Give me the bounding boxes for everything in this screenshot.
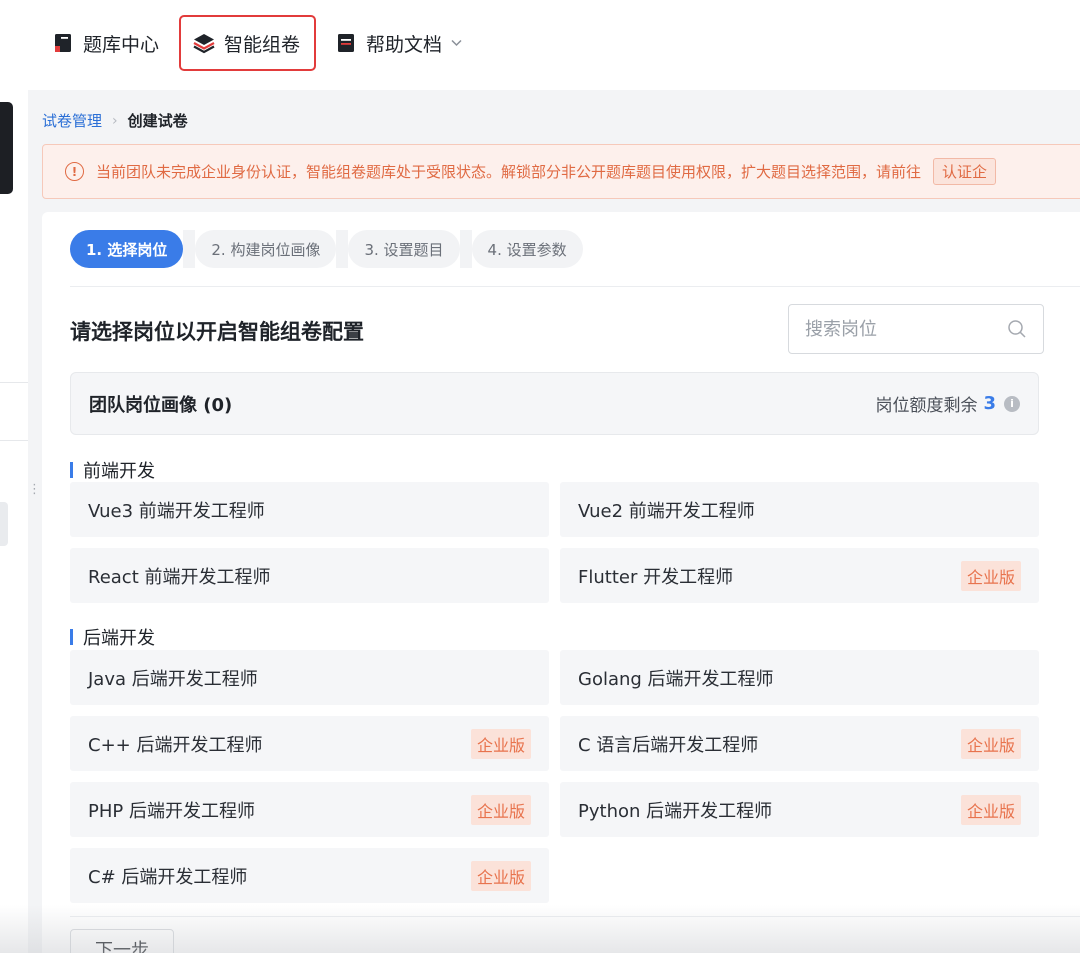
- position-card[interactable]: Vue3 前端开发工程师: [70, 482, 549, 537]
- group-accent-bar: [70, 462, 73, 478]
- enterprise-badge: 企业版: [470, 794, 531, 825]
- next-step-button[interactable]: 下一步: [70, 929, 174, 953]
- chevron-down-icon: [450, 32, 463, 54]
- group-label: 前端开发: [83, 461, 155, 482]
- search-icon[interactable]: [1007, 319, 1027, 339]
- verify-enterprise-button[interactable]: 认证企: [933, 158, 997, 185]
- enterprise-badge: 企业版: [960, 794, 1021, 825]
- position-quota: 岗位额度剩余 3 i: [875, 391, 1020, 416]
- team-position-profile[interactable]: 团队岗位画像 (0) 岗位额度剩余 3 i: [70, 372, 1039, 435]
- verification-alert: ! 当前团队未完成企业身份认证，智能组卷题库处于受限状态。解锁部分非公开题库题目…: [42, 144, 1080, 199]
- position-name: C# 后端开发工程师: [88, 866, 248, 888]
- divider: [70, 286, 1080, 287]
- position-name: Java 后端开发工程师: [88, 668, 258, 690]
- position-card[interactable]: Python 后端开发工程师 企业版: [560, 782, 1039, 837]
- book-icon: [52, 32, 74, 54]
- enterprise-badge: 企业版: [960, 728, 1021, 759]
- footer-divider: [70, 916, 1080, 917]
- position-card[interactable]: C++ 后端开发工程师 企业版: [70, 716, 549, 771]
- main-panel: 1. 选择岗位 2. 构建岗位画像 3. 设置题目 4. 设置参数 请选择岗位以…: [42, 212, 1080, 953]
- warning-icon: !: [65, 162, 84, 181]
- page-title: 请选择岗位以开启智能组卷配置: [70, 320, 364, 344]
- sidebar-divider: [0, 440, 28, 441]
- enterprise-badge: 企业版: [470, 860, 531, 891]
- enterprise-badge: 企业版: [470, 728, 531, 759]
- nav-label: 题库中心: [83, 33, 160, 56]
- nav-item-question-bank[interactable]: 题库中心: [52, 26, 159, 60]
- team-profile-title: 团队岗位画像 (0): [89, 394, 233, 416]
- sidebar: [0, 90, 28, 953]
- position-name: Flutter 开发工程师: [578, 566, 734, 588]
- position-name: C 语言后端开发工程师: [578, 734, 759, 756]
- position-name: Python 后端开发工程师: [578, 800, 773, 822]
- position-card[interactable]: C# 后端开发工程师 企业版: [70, 848, 549, 903]
- step-connector: [459, 230, 472, 268]
- step-connector: [336, 230, 349, 268]
- position-card[interactable]: Vue2 前端开发工程师: [560, 482, 1039, 537]
- position-name: Golang 后端开发工程师: [578, 668, 774, 690]
- step-set-params[interactable]: 4. 设置参数: [471, 230, 583, 268]
- info-icon[interactable]: i: [1004, 395, 1020, 412]
- group-accent-bar: [70, 629, 73, 645]
- breadcrumb-current: 创建试卷: [127, 112, 188, 130]
- position-card[interactable]: C 语言后端开发工程师 企业版: [560, 716, 1039, 771]
- group-title-frontend: 前端开发: [70, 457, 155, 483]
- alert-text: 当前团队未完成企业身份认证，智能组卷题库处于受限状态。解锁部分非公开题库题目使用…: [96, 163, 922, 181]
- position-card[interactable]: React 前端开发工程师: [70, 548, 549, 603]
- step-set-questions[interactable]: 3. 设置题目: [348, 230, 460, 268]
- sidebar-divider: [0, 382, 28, 383]
- enterprise-badge: 企业版: [960, 560, 1021, 591]
- position-card[interactable]: Java 后端开发工程师: [70, 650, 549, 705]
- document-icon: [335, 32, 357, 54]
- position-name: Vue2 前端开发工程师: [578, 500, 755, 522]
- position-name: C++ 后端开发工程师: [88, 734, 263, 756]
- group-title-backend: 后端开发: [70, 624, 155, 650]
- sidebar-active-item[interactable]: [0, 102, 13, 194]
- step-connector: [183, 230, 196, 268]
- search-box[interactable]: [788, 304, 1044, 354]
- position-name: Vue3 前端开发工程师: [88, 500, 265, 522]
- chevron-right-icon: ›: [112, 112, 118, 129]
- nav-item-help-docs[interactable]: 帮助文档: [335, 26, 463, 60]
- position-card[interactable]: PHP 后端开发工程师 企业版: [70, 782, 549, 837]
- top-nav: 题库中心 智能组卷 帮助文档: [0, 0, 1080, 90]
- step-select-position[interactable]: 1. 选择岗位: [70, 230, 184, 268]
- position-card[interactable]: Flutter 开发工程师 企业版: [560, 548, 1039, 603]
- position-name: React 前端开发工程师: [88, 566, 271, 588]
- sidebar-item[interactable]: [0, 502, 8, 546]
- search-input[interactable]: [805, 318, 1007, 340]
- group-label: 后端开发: [83, 628, 155, 649]
- breadcrumb: 试卷管理 › 创建试卷: [42, 110, 188, 131]
- breadcrumb-parent-link[interactable]: 试卷管理: [42, 110, 102, 131]
- position-name: PHP 后端开发工程师: [88, 800, 255, 822]
- nav-label: 帮助文档: [366, 33, 443, 56]
- step-indicator: 1. 选择岗位 2. 构建岗位画像 3. 设置题目 4. 设置参数: [70, 230, 583, 268]
- quota-label: 岗位额度剩余: [875, 396, 978, 416]
- quota-value: 3: [983, 393, 996, 414]
- step-build-profile[interactable]: 2. 构建岗位画像: [195, 230, 337, 268]
- active-nav-highlight: [179, 15, 316, 71]
- position-card[interactable]: Golang 后端开发工程师: [560, 650, 1039, 705]
